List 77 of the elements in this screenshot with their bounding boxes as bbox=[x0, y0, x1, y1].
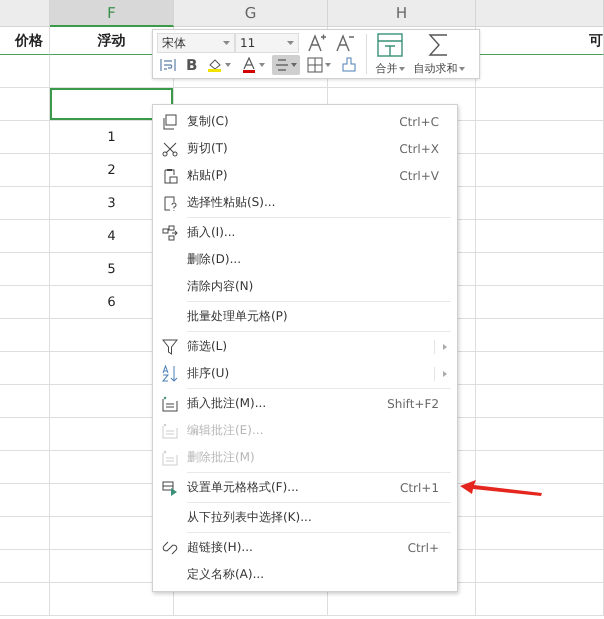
comment-icon bbox=[162, 450, 178, 466]
table-cell bbox=[0, 253, 50, 286]
format-brush-icon bbox=[341, 57, 358, 73]
caret-icon bbox=[459, 66, 466, 70]
menu-item-label: 排序(U) bbox=[187, 365, 230, 382]
menu-item-label: 定义名称(A)... bbox=[187, 566, 266, 583]
align-button[interactable] bbox=[272, 55, 300, 75]
table-cell bbox=[0, 187, 50, 220]
size-dropdown[interactable]: 11 bbox=[235, 33, 299, 53]
shortcut-text: Ctrl+X bbox=[399, 142, 439, 156]
borders-icon bbox=[307, 57, 324, 73]
menu-item[interactable]: 排序(U) bbox=[153, 360, 457, 387]
table-cell: 价格 bbox=[0, 27, 50, 55]
font-color-icon bbox=[241, 57, 258, 73]
font-shrink-icon[interactable] bbox=[335, 33, 355, 53]
shortcut-text: Ctrl+C bbox=[399, 114, 439, 128]
link-icon bbox=[162, 540, 178, 556]
caret-icon bbox=[223, 41, 230, 45]
wrap-text-icon bbox=[160, 57, 176, 73]
shortcut-text: Shift+F2 bbox=[387, 396, 439, 410]
column-header[interactable]: G bbox=[174, 0, 328, 27]
menu-item-label: 删除批注(M) bbox=[187, 449, 256, 466]
table-cell bbox=[0, 583, 50, 616]
caret-icon bbox=[225, 63, 232, 67]
shortcut-text: Ctrl+ bbox=[408, 540, 439, 554]
menu-item[interactable]: 超链接(H)... Ctrl+ bbox=[153, 534, 457, 561]
format-cells-icon bbox=[162, 480, 178, 496]
menu-item-label: 复制(C) bbox=[187, 113, 230, 130]
sort-icon bbox=[162, 364, 178, 382]
menu-item-label: 超链接(H)... bbox=[187, 539, 254, 556]
autosum-button[interactable]: 自动求和 bbox=[411, 32, 468, 76]
menu-item-label: 选择性粘贴(S)... bbox=[187, 194, 276, 211]
table-cell bbox=[0, 220, 50, 253]
font-dropdown[interactable]: 宋体 bbox=[157, 33, 235, 53]
clipboard-question-icon bbox=[162, 194, 178, 210]
caret-icon bbox=[291, 63, 298, 67]
filter-icon bbox=[162, 338, 178, 354]
menu-item-label: 插入(I)... bbox=[187, 224, 236, 241]
menu-item-label: 删除(D)... bbox=[187, 251, 242, 268]
shortcut-text: Ctrl+1 bbox=[400, 480, 439, 494]
font-grow-icon[interactable] bbox=[307, 33, 327, 53]
menu-item-label: 粘贴(P) bbox=[187, 167, 229, 184]
merge-button[interactable]: 合并 bbox=[373, 32, 408, 76]
scissors-icon bbox=[162, 140, 178, 156]
merge-icon bbox=[376, 32, 404, 58]
copy-icon bbox=[162, 114, 178, 130]
table-cell bbox=[0, 88, 50, 121]
fill-color-icon bbox=[207, 57, 224, 73]
menu-item-label: 剪切(T) bbox=[187, 140, 229, 157]
comment-icon bbox=[162, 422, 178, 438]
table-cell bbox=[0, 154, 50, 187]
menu-item-label: 批量处理单元格(P) bbox=[187, 308, 289, 325]
menu-item[interactable]: 筛选(L) bbox=[153, 333, 457, 360]
caret-icon bbox=[259, 63, 266, 67]
menu-item[interactable]: 设置单元格格式(F)... Ctrl+1 bbox=[153, 474, 457, 501]
menu-item-label: 编辑批注(E)... bbox=[187, 422, 264, 439]
menu-item[interactable]: 定义名称(A)... bbox=[153, 561, 457, 588]
bold-button[interactable]: B bbox=[183, 55, 200, 75]
column-header[interactable]: H bbox=[328, 0, 476, 27]
comment-icon bbox=[162, 396, 178, 412]
menu-item-label: 筛选(L) bbox=[187, 338, 228, 355]
menu-item-label: 插入批注(M)... bbox=[187, 395, 268, 412]
menu-item-label: 从下拉列表中选择(K)... bbox=[187, 509, 313, 526]
table-cell bbox=[0, 121, 50, 154]
align-center-icon bbox=[275, 58, 290, 72]
menu-item-label: 清除内容(N) bbox=[187, 278, 254, 295]
insert-icon bbox=[162, 224, 178, 240]
caret-icon bbox=[325, 63, 332, 67]
table-cell bbox=[0, 286, 50, 319]
menu-item[interactable]: 插入批注(M)... Shift+F2 bbox=[153, 390, 457, 417]
caret-icon bbox=[399, 66, 406, 70]
menu-item-label: 设置单元格格式(F)... bbox=[187, 479, 300, 496]
menu-item[interactable]: 从下拉列表中选择(K)... bbox=[153, 504, 457, 531]
table-cell bbox=[0, 55, 50, 88]
clipboard-icon bbox=[162, 168, 178, 184]
shortcut-text: Ctrl+V bbox=[399, 168, 439, 182]
caret-icon bbox=[287, 41, 294, 45]
